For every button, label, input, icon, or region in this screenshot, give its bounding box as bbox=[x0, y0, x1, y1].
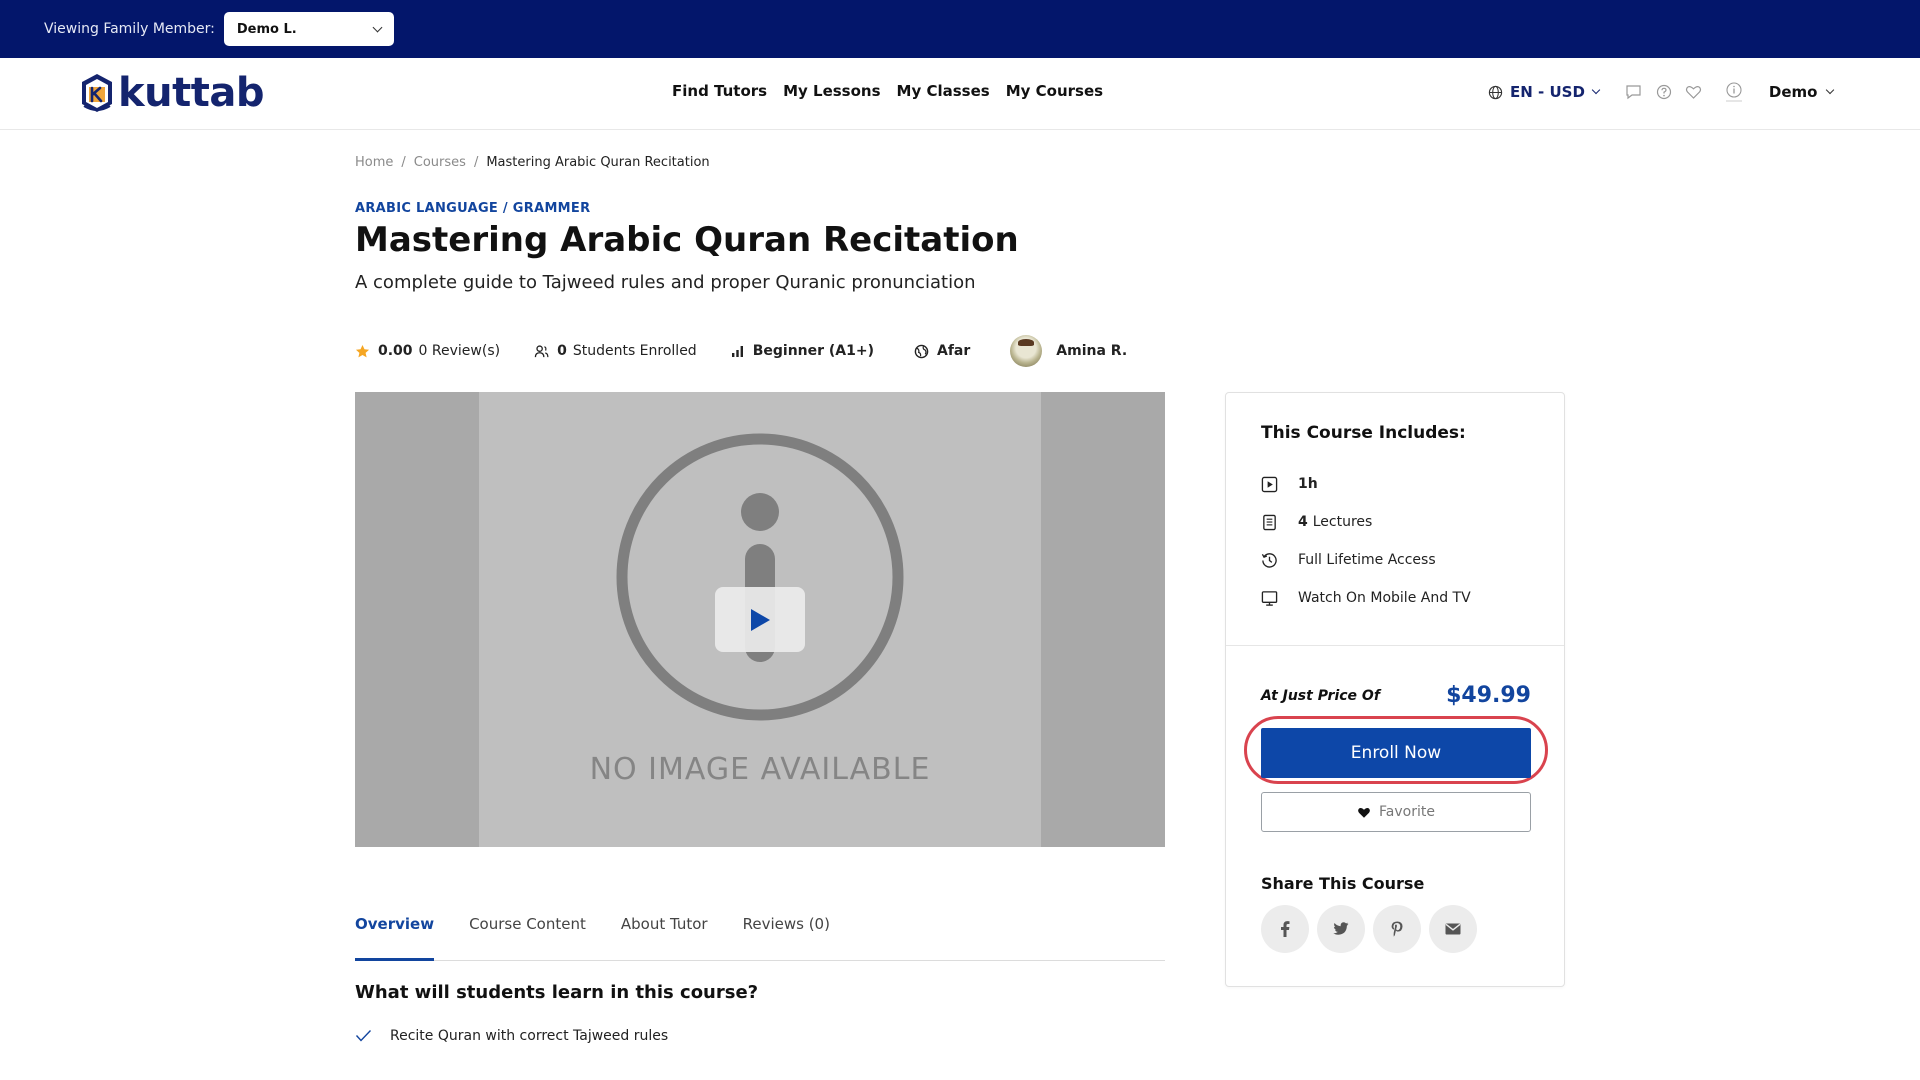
chevron-down-icon bbox=[1591, 85, 1601, 95]
family-member-label: Viewing Family Member: bbox=[44, 21, 215, 37]
share-facebook-button[interactable] bbox=[1261, 905, 1309, 953]
enroll-now-button[interactable]: Enroll Now bbox=[1261, 728, 1531, 778]
chat-icon[interactable] bbox=[1625, 83, 1643, 101]
user-menu[interactable]: Demo bbox=[1768, 83, 1835, 101]
tab-course-content[interactable]: Course Content bbox=[469, 900, 586, 960]
course-language: Afar bbox=[914, 343, 976, 359]
include-access: Full Lifetime Access bbox=[1261, 541, 1529, 579]
course-subtitle: A complete guide to Tajweed rules and pr… bbox=[355, 272, 976, 293]
lectures-count: 4 bbox=[1298, 514, 1308, 530]
logo-mark-icon bbox=[78, 72, 116, 114]
include-devices: Watch On Mobile And TV bbox=[1261, 579, 1529, 617]
breadcrumb-separator: / bbox=[401, 155, 406, 170]
kuttab-logo[interactable]: kuttab bbox=[78, 72, 264, 114]
user-name: Demo bbox=[1768, 83, 1818, 101]
rating-value: 0.00 bbox=[378, 343, 413, 359]
globe-icon bbox=[1488, 85, 1503, 99]
check-icon bbox=[355, 1030, 372, 1042]
level-value: Beginner (A1+) bbox=[752, 343, 874, 359]
course-level: Beginner (A1+) bbox=[731, 343, 880, 359]
no-image-text: NO IMAGE AVAILABLE bbox=[589, 752, 931, 787]
share-email-button[interactable] bbox=[1429, 905, 1477, 953]
nav-my-courses[interactable]: My Courses bbox=[1006, 82, 1103, 100]
breadcrumb-courses[interactable]: Courses bbox=[414, 155, 466, 170]
breadcrumb-current: Mastering Arabic Quran Recitation bbox=[486, 155, 710, 170]
tab-reviews[interactable]: Reviews (0) bbox=[743, 900, 830, 960]
learn-item: Recite Quran with correct Tajweed rules bbox=[355, 1028, 668, 1044]
main-nav: Find Tutors My Lessons My Classes My Cou… bbox=[672, 82, 1103, 100]
language-currency-label: EN - USD bbox=[1510, 83, 1585, 101]
family-member-select[interactable]: Demo L. bbox=[223, 12, 394, 46]
breadcrumb-home[interactable]: Home bbox=[355, 155, 393, 170]
students-label: Students Enrolled bbox=[572, 343, 697, 359]
course-category[interactable]: ARABIC LANGUAGE / GRAMMER bbox=[355, 201, 590, 216]
help-icon[interactable] bbox=[1655, 83, 1673, 101]
document-icon bbox=[1263, 514, 1276, 530]
share-twitter-button[interactable] bbox=[1317, 905, 1365, 953]
users-icon bbox=[534, 344, 549, 357]
family-member-bar: Viewing Family Member: Demo L. bbox=[0, 0, 1920, 58]
course-video-player[interactable]: NO IMAGE AVAILABLE bbox=[355, 392, 1165, 847]
include-duration: 1h bbox=[1261, 465, 1529, 503]
favorite-label: Favorite bbox=[1379, 804, 1435, 820]
include-lectures: 4 Lectures bbox=[1261, 503, 1529, 541]
review-count[interactable]: 0 Review(s) bbox=[419, 343, 501, 359]
price-row: At Just Price Of $49.99 bbox=[1261, 683, 1531, 708]
learn-item-text: Recite Quran with correct Tajweed rules bbox=[390, 1028, 669, 1044]
course-tabs: Overview Course Content About Tutor Revi… bbox=[355, 900, 1165, 961]
tutor-avatar bbox=[1010, 335, 1043, 367]
star-icon bbox=[355, 344, 370, 357]
twitter-icon bbox=[1333, 922, 1349, 935]
email-icon bbox=[1445, 923, 1461, 935]
access-text: Full Lifetime Access bbox=[1298, 552, 1436, 568]
share-buttons bbox=[1261, 905, 1477, 953]
duration-value: 1h bbox=[1298, 476, 1318, 492]
course-price: $49.99 bbox=[1446, 683, 1531, 708]
pinterest-icon bbox=[1391, 921, 1403, 937]
course-includes-section: This Course Includes: 1h 4 Lectures Full… bbox=[1226, 393, 1564, 646]
logo-text: kuttab bbox=[118, 70, 264, 116]
favorite-button[interactable]: Favorite bbox=[1261, 792, 1531, 832]
language-globe-icon bbox=[914, 344, 929, 358]
language-value: Afar bbox=[937, 343, 971, 359]
family-member-value: Demo L. bbox=[236, 21, 297, 37]
course-tutor[interactable]: Amina R. bbox=[1010, 335, 1133, 367]
video-icon bbox=[1261, 476, 1278, 492]
share-pinterest-button[interactable] bbox=[1373, 905, 1421, 953]
header-tools: EN - USD Demo bbox=[1488, 82, 1835, 102]
nav-find-tutors[interactable]: Find Tutors bbox=[672, 82, 767, 100]
language-currency-select[interactable]: EN - USD bbox=[1488, 83, 1601, 101]
nav-my-classes[interactable]: My Classes bbox=[897, 82, 990, 100]
history-icon bbox=[1261, 552, 1277, 568]
heart-icon bbox=[1358, 807, 1370, 818]
share-title: Share This Course bbox=[1261, 874, 1425, 893]
students-enrolled: 0 Students Enrolled bbox=[534, 343, 697, 359]
chevron-down-icon bbox=[1826, 85, 1835, 95]
breadcrumb-separator: / bbox=[473, 155, 479, 170]
course-meta: 0.00 0 Review(s) 0 Students Enrolled Beg… bbox=[355, 334, 1167, 368]
main-header: kuttab Find Tutors My Lessons My Classes… bbox=[0, 58, 1920, 130]
lectures-label: Lectures bbox=[1312, 514, 1373, 530]
tutor-name: Amina R. bbox=[1056, 343, 1128, 359]
heart-icon[interactable] bbox=[1685, 83, 1703, 101]
nav-my-lessons[interactable]: My Lessons bbox=[783, 82, 880, 100]
chevron-down-icon bbox=[372, 22, 383, 32]
play-button[interactable] bbox=[715, 587, 805, 652]
monitor-icon bbox=[1261, 590, 1278, 606]
students-count: 0 bbox=[557, 343, 567, 359]
learn-section-title: What will students learn in this course? bbox=[355, 982, 759, 1003]
course-title: Mastering Arabic Quran Recitation bbox=[355, 220, 1019, 260]
devices-text: Watch On Mobile And TV bbox=[1298, 590, 1471, 606]
course-rating: 0.00 0 Review(s) bbox=[355, 343, 500, 359]
facebook-icon bbox=[1281, 921, 1290, 937]
level-bars-icon bbox=[731, 346, 743, 357]
play-icon bbox=[751, 608, 770, 631]
tab-about-tutor[interactable]: About Tutor bbox=[621, 900, 708, 960]
breadcrumb: Home / Courses / Mastering Arabic Quran … bbox=[355, 155, 710, 170]
course-purchase-card: This Course Includes: 1h 4 Lectures Full… bbox=[1225, 392, 1565, 987]
info-icon[interactable] bbox=[1725, 82, 1743, 102]
course-includes-title: This Course Includes: bbox=[1261, 423, 1466, 443]
price-label: At Just Price Of bbox=[1261, 687, 1380, 704]
tab-overview[interactable]: Overview bbox=[355, 900, 435, 961]
